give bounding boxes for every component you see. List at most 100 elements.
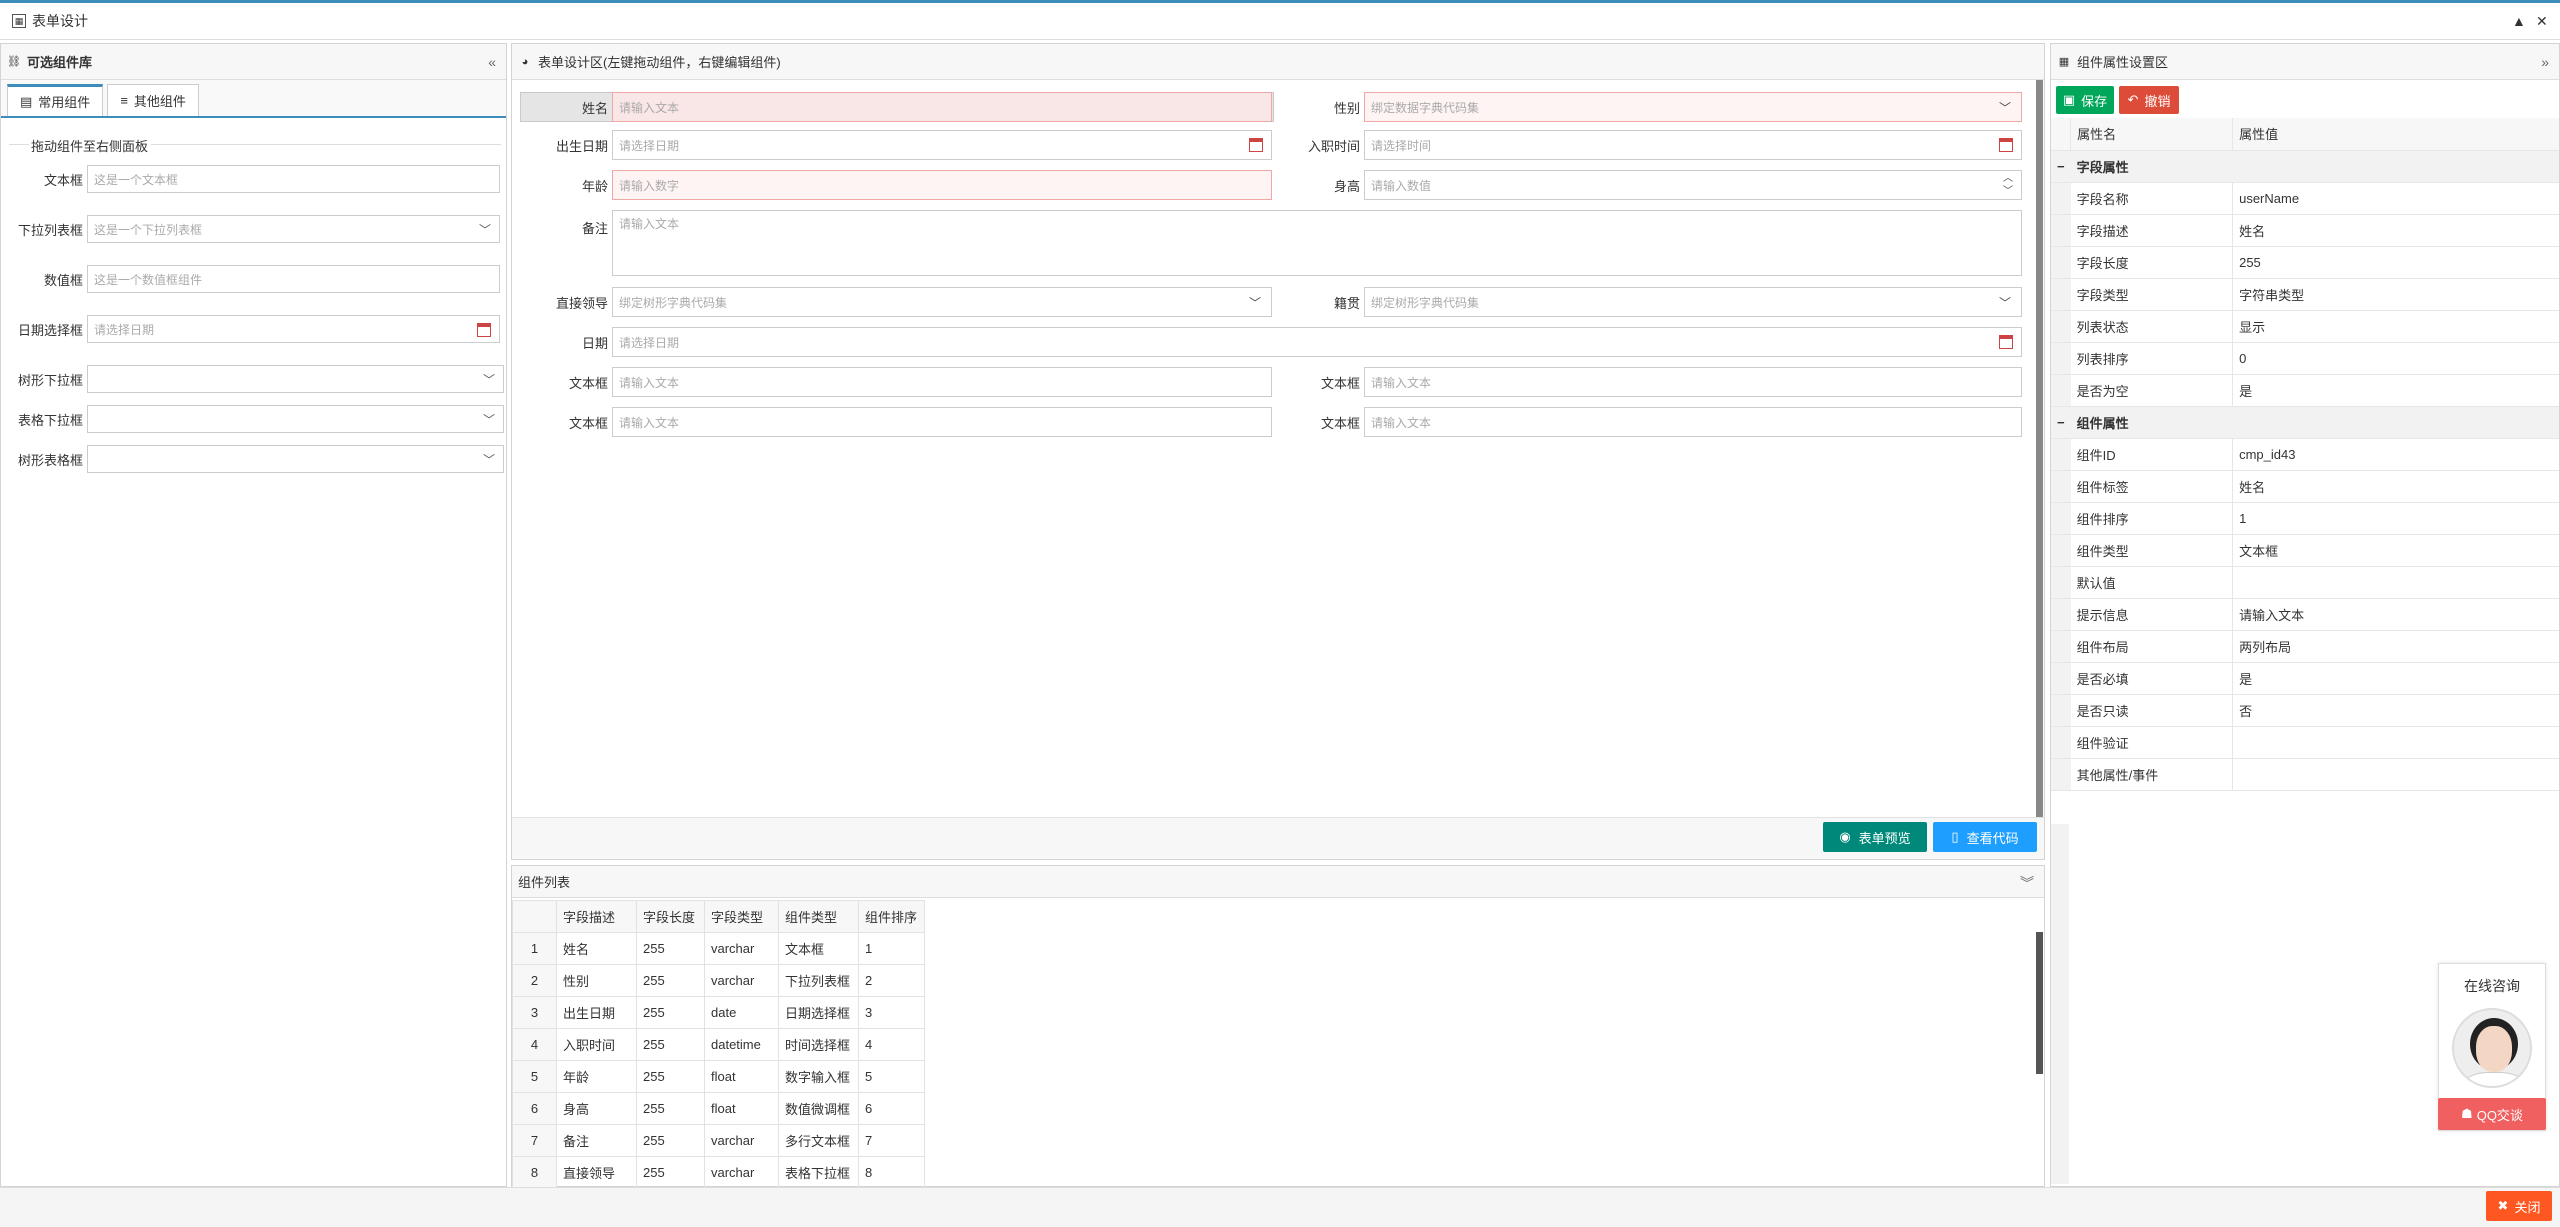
lib-tree-select[interactable]: 树形下拉框 ﹀ bbox=[1, 364, 504, 394]
prop-row[interactable]: 组件ID cmp_id43 bbox=[2051, 438, 2559, 471]
table-row[interactable]: 1 姓名 255 varchar 文本框 1 bbox=[512, 932, 925, 965]
prop-value[interactable]: 文本框 bbox=[2232, 534, 2559, 567]
list-scrollbar[interactable] bbox=[2036, 932, 2043, 1074]
table-row[interactable]: 3 出生日期 255 date 日期选择框 3 bbox=[512, 996, 925, 1029]
field-text3[interactable]: 文本框 请输入文本 bbox=[520, 407, 1272, 437]
collapse-right-icon[interactable]: » bbox=[2541, 54, 2549, 70]
qq-chat-button[interactable]: ☗ QQ交谈 bbox=[2438, 1098, 2546, 1130]
field-birth[interactable]: 出生日期 请选择日期 bbox=[520, 130, 1272, 160]
field-text2-input[interactable]: 请输入文本 bbox=[1364, 367, 2022, 397]
col-desc[interactable]: 字段描述 bbox=[556, 900, 637, 933]
prop-row[interactable]: 组件类型 文本框 bbox=[2051, 534, 2559, 567]
collapse-down-icon[interactable]: ︾ bbox=[2020, 873, 2034, 893]
tab-other[interactable]: ≡ 其他组件 bbox=[107, 84, 199, 116]
prop-value[interactable]: userName bbox=[2232, 182, 2559, 215]
lib-tree-grid[interactable]: 树形表格框 ﹀ bbox=[1, 444, 504, 474]
field-text1-input[interactable]: 请输入文本 bbox=[612, 367, 1272, 397]
prop-value[interactable]: 0 bbox=[2232, 342, 2559, 375]
lib-select-input[interactable]: 这是一个下拉列表框 ﹀ bbox=[87, 215, 500, 243]
prop-row[interactable]: 组件排序 1 bbox=[2051, 502, 2559, 535]
prop-value[interactable]: 字符串类型 bbox=[2232, 278, 2559, 311]
prop-row[interactable]: 提示信息 请输入文本 bbox=[2051, 598, 2559, 631]
prop-row[interactable]: 是否只读否 bbox=[2051, 694, 2559, 727]
table-row[interactable]: 8 直接领导 255 varchar 表格下拉框 8 bbox=[512, 1156, 925, 1189]
prop-row[interactable]: 字段描述 姓名 bbox=[2051, 214, 2559, 247]
prop-value[interactable] bbox=[2232, 758, 2559, 791]
prop-value[interactable]: 姓名 bbox=[2232, 470, 2559, 503]
prop-value[interactable]: 姓名 bbox=[2232, 214, 2559, 247]
prop-row[interactable]: 组件标签 姓名 bbox=[2051, 470, 2559, 503]
close-button[interactable]: ✖ 关闭 bbox=[2486, 1191, 2552, 1221]
table-row[interactable]: 5 年龄 255 float 数字输入框 5 bbox=[512, 1060, 925, 1093]
prop-row[interactable]: 默认值 bbox=[2051, 566, 2559, 599]
col-comp-type[interactable]: 组件类型 bbox=[778, 900, 859, 933]
field-leader[interactable]: 直接领导 绑定树形字典代码集 ﹀ bbox=[520, 287, 1272, 317]
calendar-icon[interactable] bbox=[477, 323, 491, 337]
field-date-input[interactable]: 请选择日期 bbox=[612, 327, 2022, 357]
spinner-icon[interactable]: ︿ ﹀ bbox=[2003, 172, 2013, 198]
field-note[interactable]: 备注 请输入文本 bbox=[520, 210, 2022, 276]
view-code-button[interactable]: ▯ 查看代码 bbox=[1933, 822, 2037, 852]
field-gender-select[interactable]: 绑定数据字典代码集 ﹀ bbox=[1364, 92, 2022, 122]
prop-value[interactable]: 255 bbox=[2232, 246, 2559, 279]
prop-value[interactable]: 请输入文本 bbox=[2232, 598, 2559, 631]
prop-value[interactable]: 显示 bbox=[2232, 310, 2559, 343]
minimize-button[interactable]: ▲ bbox=[2512, 13, 2526, 29]
prop-value[interactable]: 是 bbox=[2232, 374, 2559, 407]
lib-date[interactable]: 日期选择框 请选择日期 bbox=[1, 314, 504, 344]
prop-value[interactable]: cmp_id43 bbox=[2232, 438, 2559, 471]
lib-date-input[interactable]: 请选择日期 bbox=[87, 315, 500, 343]
field-age[interactable]: 年龄 请输入数字 bbox=[520, 170, 1272, 200]
prop-row[interactable]: 是否必填是 bbox=[2051, 662, 2559, 695]
prop-value[interactable] bbox=[2232, 566, 2559, 599]
field-age-input[interactable]: 请输入数字 bbox=[612, 170, 1272, 200]
field-text1[interactable]: 文本框 请输入文本 bbox=[520, 367, 1272, 397]
col-length[interactable]: 字段长度 bbox=[636, 900, 705, 933]
table-row[interactable]: 2 性别 255 varchar 下拉列表框 2 bbox=[512, 964, 925, 997]
field-height[interactable]: 身高 请输入数值 ︿ ﹀ bbox=[1272, 170, 2022, 200]
field-height-input[interactable]: 请输入数值 ︿ ﹀ bbox=[1364, 170, 2022, 200]
prop-row[interactable]: 组件验证 bbox=[2051, 726, 2559, 759]
lib-grid-select[interactable]: 表格下拉框 ﹀ bbox=[1, 404, 504, 434]
lib-textbox-input[interactable]: 这是一个文本框 bbox=[87, 165, 500, 193]
field-text4[interactable]: 文本框 请输入文本 bbox=[1272, 407, 2022, 437]
lib-number[interactable]: 数值框 这是一个数值框组件 bbox=[1, 264, 504, 294]
field-text2[interactable]: 文本框 请输入文本 bbox=[1272, 367, 2022, 397]
prop-value[interactable]: 1 bbox=[2232, 502, 2559, 535]
close-window-button[interactable]: ✕ bbox=[2536, 13, 2548, 30]
designer-scrollbar[interactable] bbox=[2036, 80, 2043, 820]
prop-row[interactable]: 是否为空是 bbox=[2051, 374, 2559, 407]
prop-row[interactable]: 组件布局 两列布局 bbox=[2051, 630, 2559, 663]
field-name[interactable]: 姓名 请输入文本 bbox=[520, 92, 1272, 122]
col-order[interactable]: 组件排序 bbox=[858, 900, 925, 933]
calendar-icon[interactable] bbox=[1249, 138, 1263, 152]
prop-row[interactable]: 列表状态 显示 bbox=[2051, 310, 2559, 343]
table-row[interactable]: 4 入职时间 255 datetime 时间选择框 4 bbox=[512, 1028, 925, 1061]
prop-value[interactable]: 两列布局 bbox=[2232, 630, 2559, 663]
save-button[interactable]: ▣ 保存 bbox=[2056, 86, 2114, 114]
collapse-left-icon[interactable]: « bbox=[488, 54, 496, 70]
field-birth-input[interactable]: 请选择日期 bbox=[612, 130, 1272, 160]
prop-value[interactable]: 是 bbox=[2232, 662, 2559, 695]
prop-row[interactable]: 字段名称 userName bbox=[2051, 182, 2559, 215]
field-text3-input[interactable]: 请输入文本 bbox=[612, 407, 1272, 437]
undo-button[interactable]: ↶ 撤销 bbox=[2119, 86, 2179, 114]
prop-row[interactable]: 列表排序 0 bbox=[2051, 342, 2559, 375]
lib-tree-grid-input[interactable]: ﹀ bbox=[87, 445, 504, 473]
lib-textbox[interactable]: 文本框 这是一个文本框 bbox=[1, 164, 504, 194]
field-text4-input[interactable]: 请输入文本 bbox=[1364, 407, 2022, 437]
prop-row[interactable]: 字段长度 255 bbox=[2051, 246, 2559, 279]
lib-grid-select-input[interactable]: ﹀ bbox=[87, 405, 504, 433]
prop-value[interactable] bbox=[2232, 726, 2559, 759]
field-join-input[interactable]: 请选择时间 bbox=[1364, 130, 2022, 160]
preview-button[interactable]: ◉ 表单预览 bbox=[1823, 822, 1927, 852]
lib-select[interactable]: 下拉列表框 这是一个下拉列表框 ﹀ bbox=[1, 214, 504, 244]
tab-common[interactable]: ▤ 常用组件 bbox=[7, 84, 104, 116]
collapse-minus-icon[interactable]: − bbox=[2051, 406, 2071, 439]
field-gender[interactable]: 性别 绑定数据字典代码集 ﹀ bbox=[1272, 92, 2022, 122]
calendar-icon[interactable] bbox=[1999, 335, 2013, 349]
lib-tree-select-input[interactable]: ﹀ bbox=[87, 365, 504, 393]
field-leader-select[interactable]: 绑定树形字典代码集 ﹀ bbox=[612, 287, 1272, 317]
lib-number-input[interactable]: 这是一个数值框组件 bbox=[87, 265, 500, 293]
group-field-attrs[interactable]: − 字段属性 bbox=[2051, 150, 2559, 183]
